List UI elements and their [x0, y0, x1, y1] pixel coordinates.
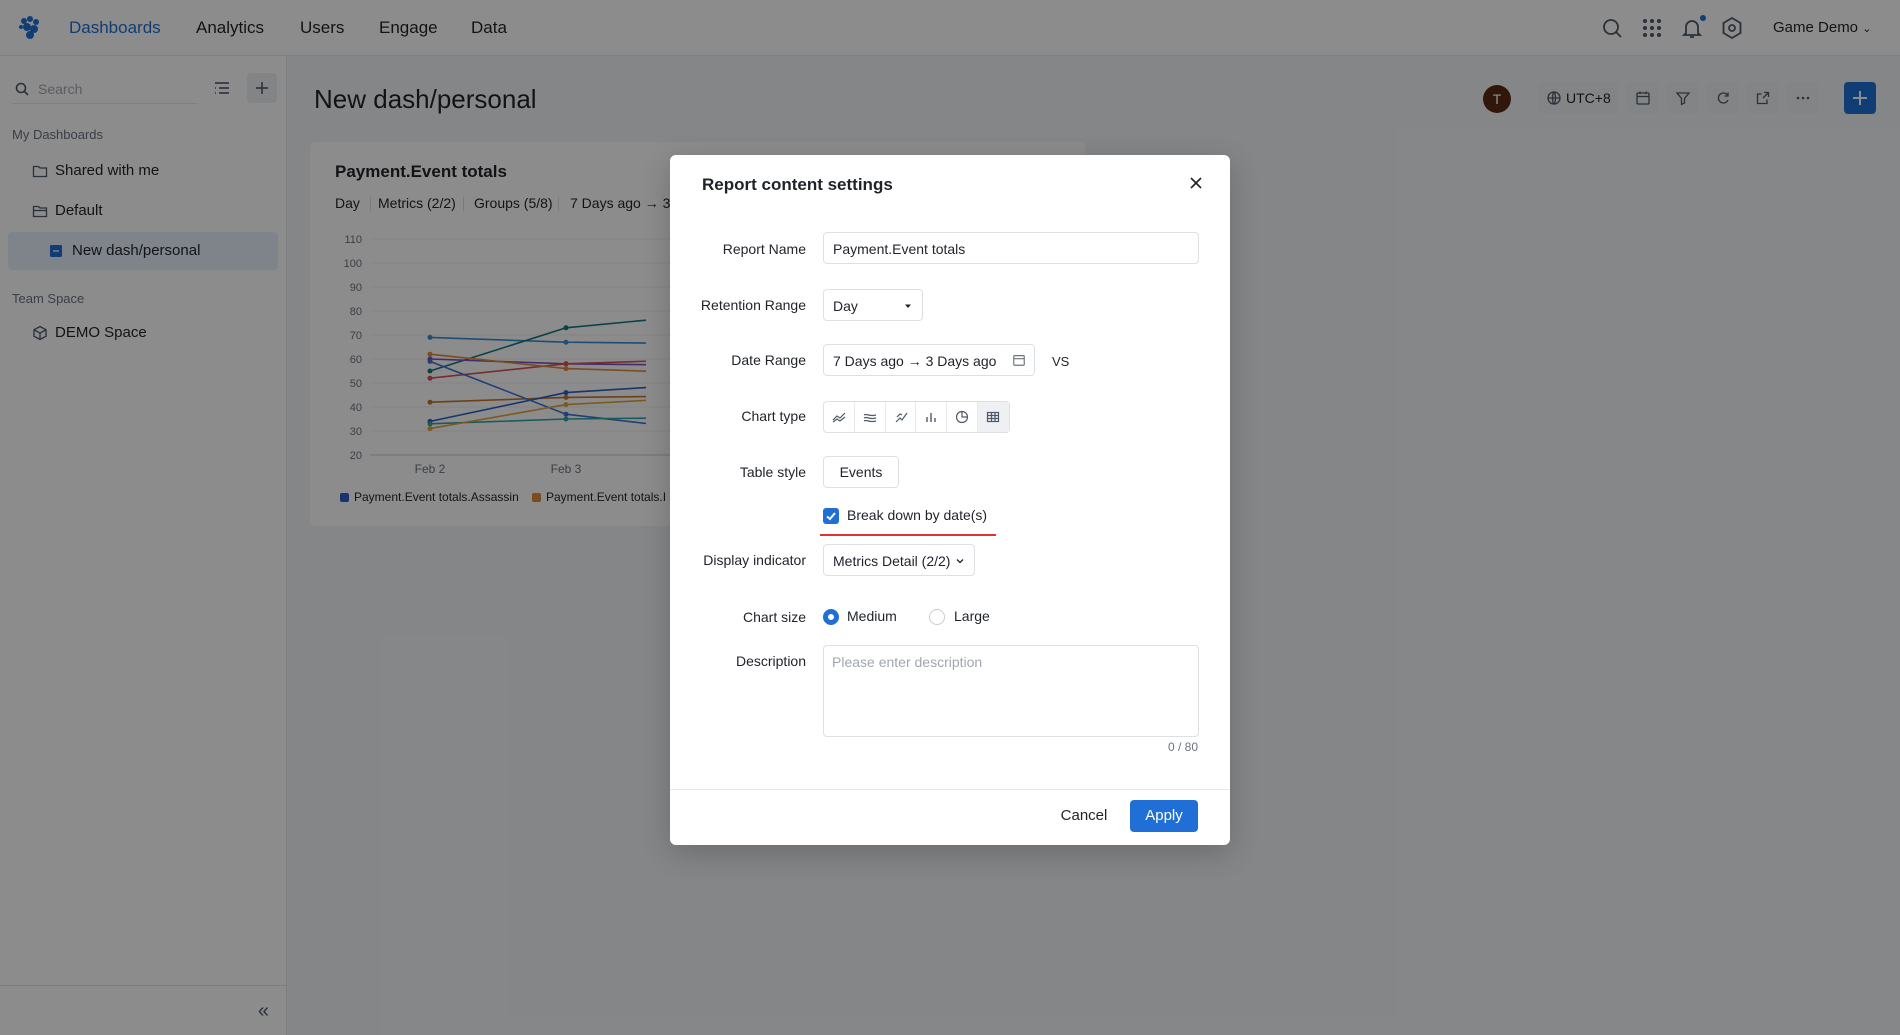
- line-chart-icon: [832, 412, 846, 423]
- report-name-field[interactable]: Payment.Event totals: [823, 232, 1199, 264]
- modal-title: Report content settings: [702, 175, 893, 194]
- table-icon: [987, 411, 1000, 423]
- compare-vs-button[interactable]: VS: [1052, 354, 1069, 369]
- display-indicator-value: Metrics Detail (2/2): [833, 553, 951, 569]
- report-name-value: Payment.Event totals: [833, 241, 966, 257]
- radio-medium[interactable]: [823, 609, 839, 625]
- annotation-underline: [820, 534, 996, 536]
- retention-range-value: Day: [833, 298, 858, 314]
- date-range-value: 7 Days ago → 3 Days ago: [833, 353, 997, 369]
- chart-type-table[interactable]: [978, 402, 1009, 432]
- date-range-label: Date Range: [731, 352, 806, 368]
- radio-medium-label[interactable]: Medium: [847, 608, 897, 624]
- report-settings-modal: Report content settings Report Name Paym…: [670, 155, 1230, 845]
- table-style-label: Table style: [739, 464, 806, 480]
- radio-large[interactable]: [929, 609, 945, 625]
- chart-type-area[interactable]: [855, 402, 886, 432]
- table-style-events-button[interactable]: Events: [823, 456, 899, 488]
- breakdown-checkbox[interactable]: [823, 508, 839, 524]
- chevron-down-icon: [956, 559, 964, 564]
- retention-range-select[interactable]: Day: [823, 289, 923, 321]
- pie-chart-icon: [956, 410, 969, 424]
- caret-down-icon: [905, 304, 911, 308]
- chart-type-label: Chart type: [741, 408, 806, 424]
- apply-button[interactable]: Apply: [1130, 800, 1198, 832]
- area-chart-icon: [863, 413, 876, 423]
- calendar-icon: [1013, 355, 1025, 366]
- display-indicator-label: Display indicator: [703, 552, 806, 568]
- character-counter: 0 / 80: [1167, 740, 1198, 754]
- modal-footer-divider: [670, 789, 1230, 790]
- chart-type-pie[interactable]: [947, 402, 979, 432]
- report-name-label: Report Name: [722, 241, 806, 257]
- display-indicator-select[interactable]: Metrics Detail (2/2): [823, 544, 975, 576]
- retention-range-label: Retention Range: [700, 297, 806, 313]
- radio-large-label[interactable]: Large: [954, 608, 990, 624]
- chart-size-label: Chart size: [742, 609, 806, 625]
- date-range-picker[interactable]: 7 Days ago → 3 Days ago: [823, 344, 1035, 376]
- bar-chart-icon: [926, 413, 937, 422]
- stacked-chart-icon: [895, 412, 908, 423]
- chart-type-bar[interactable]: [916, 402, 948, 432]
- chart-type-line[interactable]: [824, 402, 855, 432]
- chart-type-selector: [823, 401, 1010, 433]
- chart-type-stacked[interactable]: [886, 402, 917, 432]
- close-icon[interactable]: [1186, 173, 1206, 193]
- breakdown-label[interactable]: Break down by date(s): [847, 507, 987, 523]
- description-textarea[interactable]: [823, 645, 1199, 737]
- check-icon: [826, 512, 836, 521]
- cancel-button[interactable]: Cancel: [1050, 800, 1118, 832]
- description-label: Description: [735, 653, 806, 669]
